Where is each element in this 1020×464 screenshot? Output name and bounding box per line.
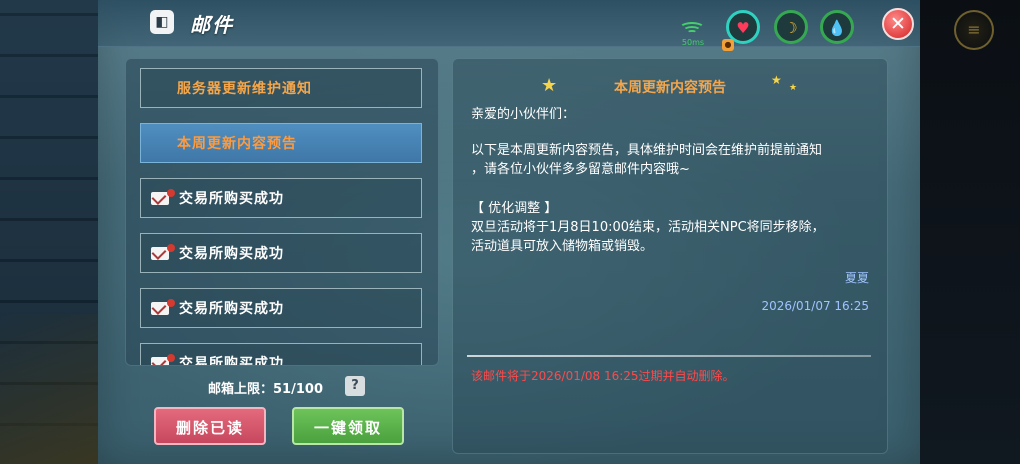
mail-content-panel: ★ ★ ★ 本周更新内容预告 亲爱的小伙伴们： 以下是本周更新内容预告，具体维护…	[452, 58, 888, 454]
mail-sender: 夏夏	[844, 271, 869, 285]
ping-label: 50ms	[681, 38, 705, 47]
window-title: 邮件	[190, 13, 234, 37]
heart-badge-icon: ●	[722, 39, 734, 51]
title-bar: ◧ 邮件 50ms ♥ ● ☽ 💧 ✕	[98, 0, 920, 51]
mail-item-label: 交易所购买成功	[179, 301, 284, 317]
coin-icon: ≡	[954, 10, 994, 50]
mail-item-server-maintenance[interactable]: 服务器更新维护通知	[140, 68, 422, 108]
mail-item-trade[interactable]: 交易所购买成功	[140, 178, 422, 218]
background-wall	[0, 0, 100, 464]
mail-item-trade[interactable]: 交易所购买成功	[140, 288, 422, 328]
water-drop-icon[interactable]: 💧	[820, 10, 854, 44]
capacity-value: 51/100	[273, 382, 323, 397]
mail-item-label: 交易所购买成功	[179, 191, 284, 207]
mail-app-icon: ◧	[150, 10, 174, 34]
mail-item-label: 服务器更新维护通知	[177, 81, 312, 97]
expire-notice: 该邮件将于2026/01/08 16:25过期并自动删除。	[471, 369, 735, 383]
mail-section-title: 【 优化调整 】	[471, 201, 558, 216]
mail-title: 本周更新内容预告	[614, 80, 726, 96]
mail-paragraph-line: ，请各位小伙伴多多留意邮件内容哦~	[471, 162, 690, 177]
hunger-icon[interactable]: ☽	[774, 10, 808, 44]
mail-item-label: 交易所购买成功	[179, 356, 284, 366]
mail-item-trade[interactable]: 交易所购买成功	[140, 343, 422, 366]
help-button[interactable]: ?	[345, 376, 365, 396]
background-right: ≡	[920, 0, 1020, 464]
mail-window: ◧ 邮件 50ms ♥ ● ☽ 💧 ✕ 服务器更新维护通知 本周更新内容预告 交…	[98, 0, 920, 464]
mail-paragraph-line: 以下是本周更新内容预告，具体维护时间会在维护前提前通知	[471, 143, 823, 158]
mail-item-weekly-preview[interactable]: 本周更新内容预告	[140, 123, 422, 163]
divider	[467, 355, 871, 357]
mail-paragraph-line: 双旦活动将于1月8日10:00结束，活动相关NPC将同步移除，	[471, 220, 825, 235]
envelope-icon	[151, 188, 175, 205]
mail-timestamp: 2026/01/07 16:25	[761, 299, 869, 313]
mail-item-label: 本周更新内容预告	[177, 136, 297, 152]
collect-all-button[interactable]: 一键领取	[292, 407, 404, 445]
envelope-icon	[151, 243, 175, 260]
delete-read-button[interactable]: 删除已读	[154, 407, 266, 445]
mail-item-trade[interactable]: 交易所购买成功	[140, 233, 422, 273]
close-button[interactable]: ✕	[882, 8, 914, 40]
capacity-label: 邮箱上限：	[208, 382, 274, 397]
mail-greeting: 亲爱的小伙伴们：	[471, 107, 576, 122]
mailbox-capacity: 邮箱上限：51/100	[208, 378, 323, 397]
mail-item-label: 交易所购买成功	[179, 246, 284, 262]
mail-list[interactable]: 服务器更新维护通知 本周更新内容预告 交易所购买成功 交易所购买成功 交易所购买…	[125, 58, 439, 366]
envelope-icon	[151, 298, 175, 315]
envelope-icon	[151, 353, 175, 365]
mail-paragraph-line: 活动道具可放入储物箱或销毁。	[471, 239, 654, 254]
